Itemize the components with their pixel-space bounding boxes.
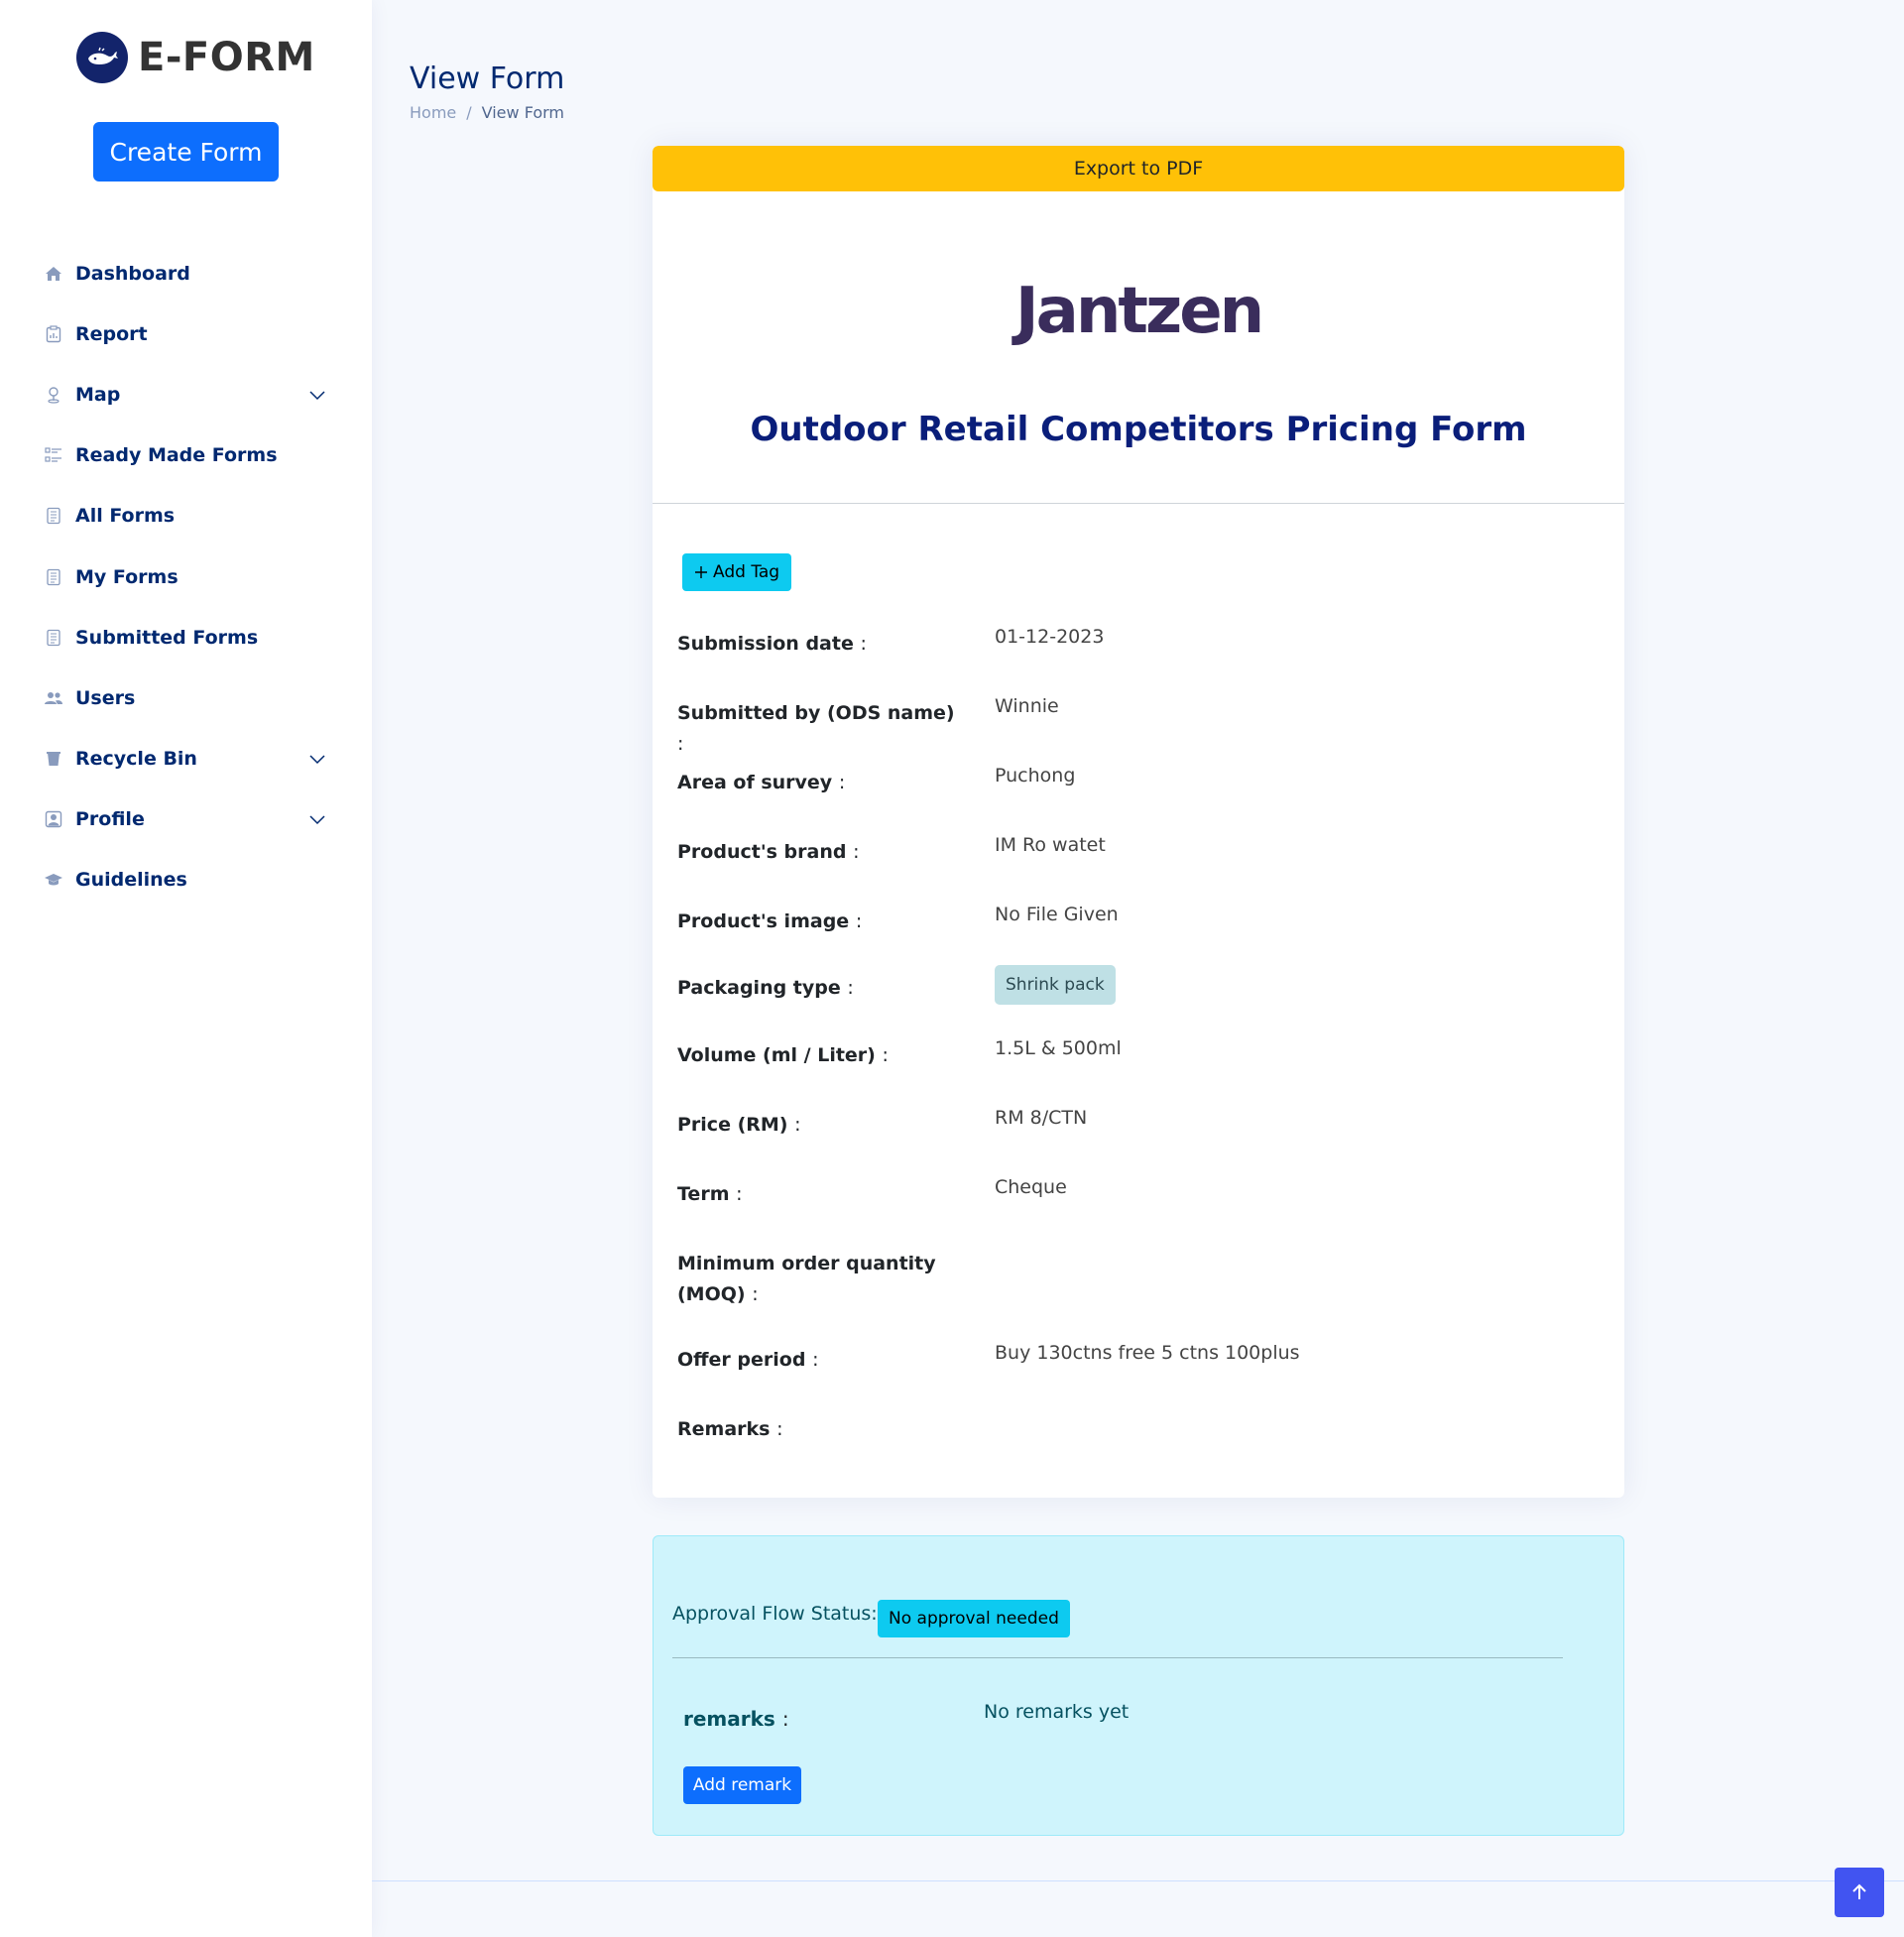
field-label-area-of-survey: Area of survey : — [677, 772, 846, 793]
chevron-down-icon[interactable] — [307, 809, 327, 829]
field-value-submitted-by: Winnie — [995, 695, 1059, 717]
document-icon — [44, 506, 63, 526]
sidebar-item-ready-made-forms[interactable]: Ready Made Forms — [0, 425, 372, 486]
pin-icon — [44, 385, 63, 405]
field-label-term: Term : — [677, 1183, 743, 1205]
sidebar-item-profile[interactable]: Profile — [0, 789, 372, 850]
chevron-down-icon[interactable] — [307, 749, 327, 769]
field-label-remarks: Remarks : — [677, 1418, 783, 1440]
breadcrumb-current: View Form — [481, 103, 564, 122]
form-title: Outdoor Retail Competitors Pricing Form — [750, 410, 1527, 449]
sidebar-item-report[interactable]: Report — [0, 303, 372, 364]
form-card: Export to PDF Jantzen Outdoor Retail Com… — [653, 146, 1624, 1498]
main-content: View Form Home / View Form Export to PDF… — [372, 0, 1904, 1937]
breadcrumb: Home / View Form — [410, 103, 564, 122]
sidebar-item-submitted-forms[interactable]: Submitted Forms — [0, 607, 372, 667]
approval-status-label: Approval Flow Status: — [672, 1603, 878, 1625]
arrow-up-icon — [1852, 1883, 1866, 1899]
field-value-term: Cheque — [995, 1176, 1067, 1198]
field-value-volume: 1.5L & 500ml — [995, 1037, 1122, 1059]
sidebar-item-my-forms[interactable]: My Forms — [0, 546, 372, 607]
field-label-moq: Minimum order quantity (MOQ) : — [677, 1253, 936, 1305]
sidebar-item-label: Map — [75, 383, 121, 406]
field-label-product-image: Product's image : — [677, 910, 863, 932]
approval-status-badge: No approval needed — [878, 1600, 1070, 1637]
field-label-packaging-type: Packaging type : — [677, 977, 854, 999]
brand-name: E-FORM — [138, 35, 315, 80]
company-logo: Jantzen — [653, 275, 1624, 348]
company-logo-text: Jantzen — [1014, 275, 1264, 348]
sidebar: E-FORM Create Form Dashboard Report Map — [0, 0, 372, 1937]
remarks-label: remarks : — [683, 1707, 789, 1731]
sidebar-item-all-forms[interactable]: All Forms — [0, 486, 372, 546]
person-badge-icon — [44, 809, 63, 829]
sidebar-item-label: Profile — [75, 808, 145, 831]
sidebar-item-label: Report — [75, 322, 148, 345]
packaging-chip: Shrink pack — [995, 965, 1116, 1005]
remarks-value: No remarks yet — [984, 1701, 1130, 1723]
back-to-top-button[interactable] — [1835, 1868, 1884, 1917]
sidebar-item-label: Dashboard — [75, 262, 190, 285]
sidebar-item-label: Guidelines — [75, 869, 187, 892]
field-label-price: Price (RM) : — [677, 1114, 801, 1136]
sidebar-item-dashboard[interactable]: Dashboard — [0, 243, 372, 303]
people-icon — [44, 688, 63, 708]
sidebar-item-recycle-bin[interactable]: Recycle Bin — [0, 729, 372, 789]
footer-divider — [372, 1880, 1904, 1881]
field-value-price: RM 8/CTN — [995, 1107, 1088, 1129]
chevron-down-icon[interactable] — [307, 385, 327, 405]
document-icon — [44, 567, 63, 587]
divider — [672, 1657, 1563, 1658]
field-value-submission-date: 01-12-2023 — [995, 626, 1105, 648]
trash-icon — [44, 749, 63, 769]
sidebar-item-users[interactable]: Users — [0, 667, 372, 728]
sidebar-item-map[interactable]: Map — [0, 364, 372, 424]
plus-icon — [695, 566, 707, 578]
create-form-button[interactable]: Create Form — [93, 122, 279, 182]
field-label-product-brand: Product's brand : — [677, 841, 860, 863]
field-value-packaging-type: Shrink pack — [995, 965, 1116, 1005]
sidebar-item-label: All Forms — [75, 505, 176, 528]
mortarboard-icon — [44, 870, 63, 890]
clipboard-icon — [44, 324, 63, 344]
approval-panel: Approval Flow Status: No approval needed… — [653, 1535, 1624, 1836]
field-value-offer-period: Buy 130ctns free 5 ctns 100plus — [995, 1342, 1300, 1364]
field-value-product-image: No File Given — [995, 904, 1119, 925]
field-value-product-brand: IM Ro watet — [995, 834, 1106, 856]
house-icon — [44, 264, 63, 284]
sidebar-item-label: Users — [75, 686, 136, 709]
brand[interactable]: E-FORM — [76, 32, 315, 83]
field-label-submission-date: Submission date : — [677, 633, 867, 655]
field-label-submitted-by: Submitted by (ODS name) : — [677, 702, 955, 755]
document-icon — [44, 628, 63, 648]
add-tag-label: Add Tag — [713, 562, 780, 582]
sidebar-nav: Dashboard Report Map Ready Made Forms Al… — [0, 243, 372, 910]
divider — [653, 503, 1624, 504]
page-title: View Form — [410, 61, 565, 96]
sidebar-item-label: Ready Made Forms — [75, 444, 278, 467]
add-remark-button[interactable]: Add remark — [683, 1766, 801, 1804]
sidebar-item-guidelines[interactable]: Guidelines — [0, 850, 372, 910]
list-icon — [44, 445, 63, 465]
breadcrumb-separator: / — [466, 103, 472, 122]
field-label-volume: Volume (ml / Liter) : — [677, 1044, 889, 1066]
whale-logo-icon — [76, 32, 128, 83]
export-pdf-button[interactable]: Export to PDF — [653, 146, 1624, 191]
add-tag-button[interactable]: Add Tag — [682, 553, 792, 591]
field-label-offer-period: Offer period : — [677, 1349, 819, 1371]
sidebar-item-label: My Forms — [75, 565, 178, 588]
sidebar-item-label: Submitted Forms — [75, 626, 259, 649]
field-value-area-of-survey: Puchong — [995, 765, 1076, 787]
breadcrumb-home[interactable]: Home — [410, 103, 456, 122]
sidebar-item-label: Recycle Bin — [75, 748, 197, 771]
